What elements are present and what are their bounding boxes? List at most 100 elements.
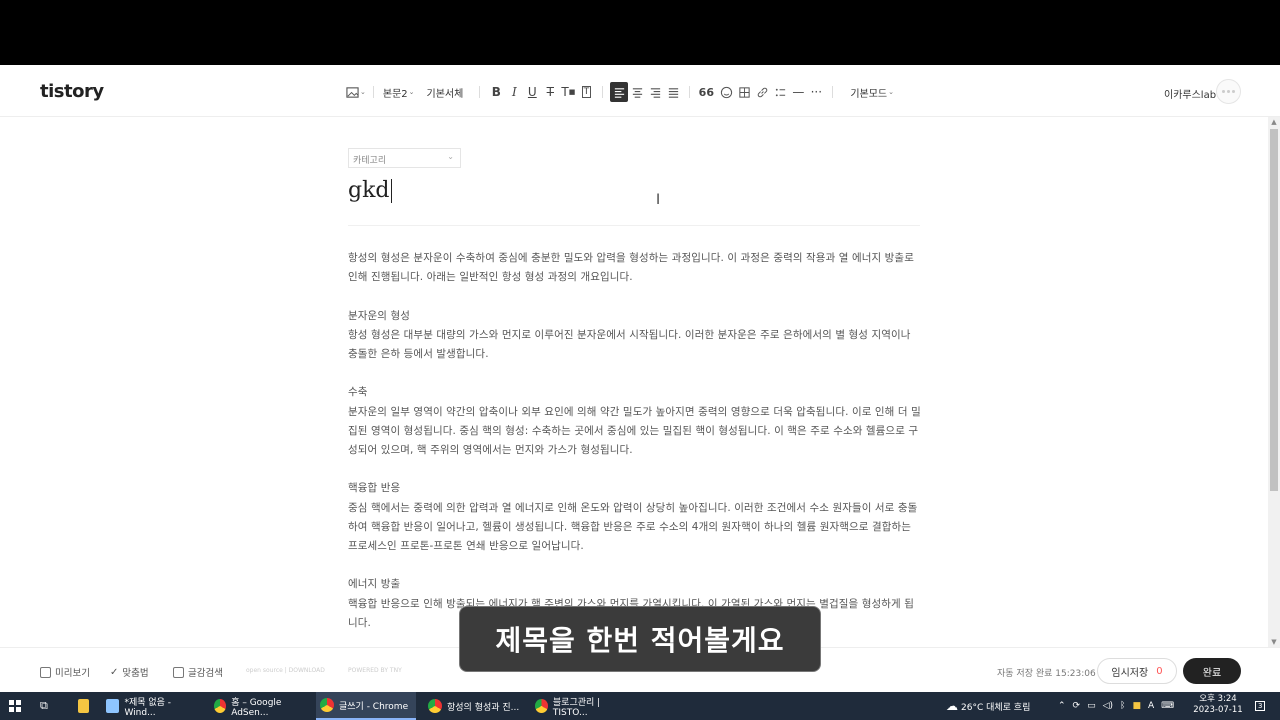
spellcheck-button[interactable]: ✓ 맞춤법	[110, 665, 149, 680]
search-icon	[173, 666, 184, 678]
more-icon[interactable]: ···	[807, 82, 825, 102]
horizontal-line-icon[interactable]: —	[789, 82, 807, 102]
category-label: 카테고리	[353, 156, 387, 166]
taskbar-app-label: 홈 – Google AdSen...	[231, 697, 282, 718]
autosave-status: 자동 저장 완료 15:23:06	[997, 669, 1096, 679]
category-select[interactable]: 카테고리 ⌄	[348, 148, 461, 168]
align-left-icon[interactable]	[610, 82, 629, 102]
spellcheck-icon: ✓	[110, 666, 119, 678]
toolbar-divider	[602, 86, 604, 98]
toolbar-divider	[689, 86, 691, 98]
quote-icon[interactable]: 66	[697, 82, 715, 102]
volume-icon[interactable]: ◁)	[1103, 701, 1113, 711]
network-icon[interactable]: ▭	[1087, 701, 1096, 711]
file-explorer-icon[interactable]	[74, 692, 94, 720]
italic-icon[interactable]: I	[505, 82, 523, 102]
text-background-icon[interactable]: T	[577, 82, 595, 102]
bluetooth-icon[interactable]: ᛒ	[1120, 701, 1125, 711]
weather-label: 26°C 대체로 흐림	[961, 702, 1031, 713]
link-icon[interactable]	[753, 82, 771, 102]
taskbar-app-label: 글쓰기 - Chrome	[339, 701, 409, 712]
system-clock[interactable]: 오후 3:24 2023-07-11	[1190, 694, 1246, 716]
material-search-button[interactable]: 글감검색	[173, 665, 223, 679]
body-empty-line	[348, 364, 922, 383]
align-justify-icon[interactable]	[664, 82, 682, 102]
editor-mode-select[interactable]: 기본모드 ⌄	[848, 82, 896, 102]
post-body-editor[interactable]: 항성의 형성은 분자운이 수축하여 중심에 충분한 밀도와 압력을 형성하는 과…	[348, 249, 922, 633]
open-source-link[interactable]: open source | DOWNLOAD	[246, 667, 325, 674]
draft-save-button[interactable]: 임시저장 0	[1097, 658, 1177, 684]
taskbar-app-notepad[interactable]: *제목 없음 - Wind...	[102, 692, 202, 720]
editor-toolbar: ⌄ 본문2 ⌄ 기본서체 B I U T T ■ T 66 — ··· 기본모드…	[346, 81, 896, 103]
underline-icon[interactable]: U	[523, 82, 541, 102]
chevron-up-icon[interactable]: ⌃	[1058, 701, 1066, 711]
scroll-thumb[interactable]	[1270, 129, 1278, 491]
keyboard-icon[interactable]: ⌨	[1161, 701, 1174, 711]
body-heading: 에너지 방출	[348, 578, 401, 591]
post-title-text: gkd	[348, 178, 390, 203]
editor-header: tistory ⌄ 본문2 ⌄ 기본서체 B I U T T ■ T 66 — …	[0, 65, 1280, 117]
taskbar-app-blog-manage[interactable]: 블로그관리 | TISTO...	[531, 692, 631, 720]
app-tray-icon[interactable]: ■	[1132, 701, 1141, 711]
list-icon[interactable]	[771, 82, 789, 102]
strikethrough-icon[interactable]: T	[541, 82, 559, 102]
table-icon[interactable]	[735, 82, 753, 102]
tistory-logo[interactable]: tistory	[40, 81, 104, 102]
scroll-down-arrow-icon[interactable]: ▼	[1270, 638, 1278, 646]
toolbar-divider	[832, 86, 834, 98]
taskbar-app-label: *제목 없음 - Wind...	[124, 697, 172, 718]
emoji-icon[interactable]	[717, 82, 735, 102]
ibeam-cursor-icon: I	[656, 192, 661, 208]
user-name[interactable]: 이카루스lab	[1164, 86, 1216, 101]
paragraph-style-label: 본문2	[382, 88, 408, 100]
editor-mode-label: 기본모드	[850, 88, 888, 100]
preview-label: 미리보기	[55, 668, 90, 679]
toolbar-divider	[372, 86, 374, 98]
body-paragraph: 중심 핵에서는 중력에 의한 압력과 열 에너지로 인해 온도와 압력이 상당히…	[348, 501, 918, 552]
preview-button[interactable]: 미리보기	[40, 665, 90, 679]
align-right-icon[interactable]	[646, 82, 664, 102]
cloud-icon: ☁	[946, 699, 958, 713]
clock-date: 2023-07-11	[1193, 705, 1243, 715]
tistory-editor-window: tistory ⌄ 본문2 ⌄ 기본서체 B I U T T ■ T 66 — …	[0, 65, 1280, 692]
windows-start-icon[interactable]	[8, 699, 24, 713]
taskbar-app-label: 블로그관리 | TISTO...	[552, 697, 601, 718]
body-paragraph: 분자운의 일부 영역이 약간의 압축이나 외부 요인에 의해 약간 밀도가 높아…	[348, 405, 921, 456]
body-paragraph: 항성 형성은 대부분 대량의 가스와 먼지로 이루어진 분자운에서 시작됩니다.…	[348, 328, 911, 360]
publish-done-button[interactable]: 완료	[1183, 658, 1241, 684]
bold-icon[interactable]: B	[487, 82, 505, 102]
taskbar-app-label: 항성의 형성과 진...	[447, 702, 520, 713]
text-cursor	[390, 179, 392, 203]
taskbar-app-adsense[interactable]: 홈 – Google AdSen...	[210, 692, 310, 720]
chevron-down-icon: ⌄	[447, 152, 454, 161]
body-heading: 분자운의 형성	[348, 309, 410, 322]
ime-indicator[interactable]: A	[1148, 701, 1154, 711]
body-paragraph: 항성의 형성은 분자운이 수축하여 중심에 충분한 밀도와 압력을 형성하는 과…	[348, 252, 914, 284]
title-divider	[348, 225, 920, 226]
material-search-label: 글감검색	[188, 668, 223, 679]
sync-icon[interactable]: ⟳	[1073, 701, 1081, 711]
post-title-input[interactable]: gkd	[348, 178, 392, 203]
spellcheck-label: 맞춤법	[122, 668, 149, 679]
toolbar-divider	[479, 86, 481, 98]
paragraph-style-select[interactable]: 본문2 ⌄	[381, 82, 417, 102]
text-color-icon[interactable]: T ■	[559, 82, 577, 102]
font-select[interactable]: 기본서체	[425, 82, 466, 102]
video-letterbox-top	[0, 0, 1280, 65]
body-empty-line	[348, 287, 922, 306]
windows-taskbar: ⧉ *제목 없음 - Wind... 홈 – Google AdSen... 글…	[0, 692, 1280, 720]
avatar[interactable]	[1216, 79, 1241, 104]
body-heading: 핵융합 반응	[348, 482, 401, 495]
notification-count: 3	[1255, 701, 1266, 711]
image-insert-icon[interactable]: ⌄	[346, 82, 366, 102]
draft-count-badge: 0	[1156, 665, 1163, 677]
notification-center-icon[interactable]: 3	[1255, 692, 1266, 720]
taskbar-app-star-formation[interactable]: 항성의 형성과 진...	[424, 692, 524, 720]
weather-widget[interactable]: ☁ 26°C 대체로 흐림	[946, 692, 1030, 720]
align-center-icon[interactable]	[628, 82, 646, 102]
task-view-icon[interactable]: ⧉	[40, 692, 56, 720]
taskbar-app-chrome-write[interactable]: 글쓰기 - Chrome	[316, 692, 416, 720]
scroll-up-arrow-icon[interactable]: ▲	[1270, 118, 1278, 126]
editor-scrollbar[interactable]: ▲ ▼	[1268, 117, 1280, 647]
draft-save-label: 임시저장	[1111, 667, 1149, 679]
